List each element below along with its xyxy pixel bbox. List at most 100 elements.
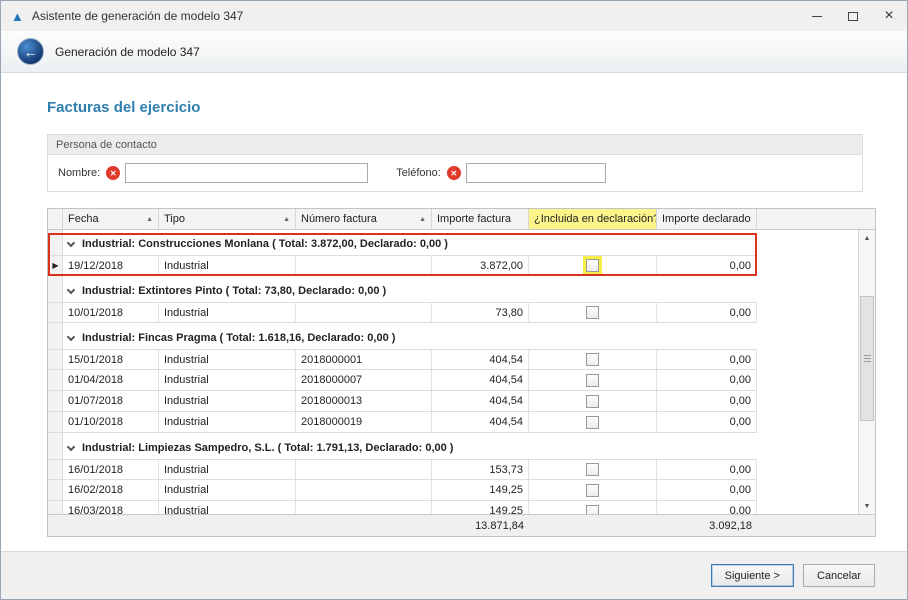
group-header[interactable]: Industrial: Construcciones Monlana ( Tot…	[48, 233, 757, 255]
invoice-row[interactable]: 16/01/2018Industrial153,730,00	[48, 459, 757, 480]
checkbox-highlight	[583, 392, 602, 411]
cell-numero-factura	[296, 303, 432, 322]
total-importe-factura: 13.871,84	[432, 520, 529, 532]
collapse-chevron-icon	[67, 285, 75, 293]
invoice-row[interactable]: ▶19/12/2018Industrial3.872,000,00	[48, 255, 757, 276]
cell-numero-factura	[296, 256, 432, 275]
row-indicator-cell	[48, 412, 63, 432]
row-indicator-cell	[48, 460, 63, 479]
sort-asc-icon: ▲	[416, 216, 426, 223]
incluida-checkbox[interactable]	[586, 395, 599, 408]
maximize-button[interactable]	[835, 1, 871, 31]
maximize-icon	[848, 12, 858, 21]
incluida-checkbox[interactable]	[586, 353, 599, 366]
cell-incluida-en-declaracion	[529, 480, 657, 500]
incluida-checkbox[interactable]	[586, 374, 599, 387]
cell-fecha: 19/12/2018	[63, 256, 159, 275]
invoice-group: Industrial: Construcciones Monlana ( Tot…	[48, 233, 757, 276]
collapse-chevron-icon	[67, 332, 75, 340]
incluida-checkbox[interactable]	[586, 416, 599, 429]
cell-tipo: Industrial	[159, 391, 296, 411]
column-header-label: ¿Incluida en declaración?	[534, 213, 657, 225]
cell-numero-factura: 2018000001	[296, 350, 432, 369]
cell-numero-factura: 2018000007	[296, 370, 432, 390]
siguiente-button[interactable]: Siguiente >	[711, 564, 794, 587]
invoice-row[interactable]: 16/02/2018Industrial149,250,00	[48, 480, 757, 501]
vertical-scrollbar[interactable]: ▲ ▼	[858, 230, 875, 514]
total-importe-declarado: 3.092,18	[657, 520, 757, 532]
cell-incluida-en-declaracion	[529, 391, 657, 411]
cell-incluida-en-declaracion	[529, 303, 657, 322]
invoice-row[interactable]: 01/07/2018Industrial2018000013404,540,00	[48, 391, 757, 412]
column-header-label: Tipo	[164, 213, 185, 225]
cancelar-button[interactable]: Cancelar	[803, 564, 875, 587]
nombre-label: Nombre:	[58, 167, 100, 179]
bottom-button-bar: Siguiente > Cancelar	[1, 551, 907, 599]
telefono-input[interactable]	[466, 163, 606, 183]
checkbox-highlight	[583, 413, 602, 432]
incluida-checkbox[interactable]	[586, 306, 599, 319]
column-header-fecha[interactable]: Fecha▲	[63, 209, 159, 229]
cell-fecha: 15/01/2018	[63, 350, 159, 369]
cell-fecha: 01/04/2018	[63, 370, 159, 390]
column-header-label: Número factura	[301, 213, 377, 225]
cell-incluida-en-declaracion	[529, 370, 657, 390]
invoice-row[interactable]: 01/10/2018Industrial2018000019404,540,00	[48, 412, 757, 433]
incluida-checkbox[interactable]	[586, 505, 599, 515]
group-header[interactable]: Industrial: Limpiezas Sampedro, S.L. ( T…	[48, 437, 757, 459]
scrollbar-thumb[interactable]	[860, 296, 874, 421]
scrollbar-grip-icon	[864, 355, 871, 363]
nombre-error-icon: ✕	[106, 166, 120, 180]
checkbox-highlight	[583, 371, 602, 390]
column-header-tipo[interactable]: Tipo ▲	[159, 209, 296, 229]
incluida-checkbox[interactable]	[586, 484, 599, 497]
column-header-n-mero-factura[interactable]: Número factura ▲	[296, 209, 432, 229]
cell-fecha: 10/01/2018	[63, 303, 159, 322]
group-label: Industrial: Fincas Pragma ( Total: 1.618…	[82, 332, 395, 344]
current-row-indicator-icon: ▶	[48, 256, 63, 275]
column-header-importe-declarado[interactable]: Importe declarado	[657, 209, 757, 229]
scrollbar-track[interactable]	[859, 246, 875, 498]
cell-numero-factura	[296, 501, 432, 514]
incluida-checkbox[interactable]	[586, 463, 599, 476]
invoice-row[interactable]: 10/01/2018Industrial73,800,00	[48, 302, 757, 323]
column-header-incluida-en-declaraci-n[interactable]: ¿Incluida en declaración?	[529, 209, 657, 229]
contact-groupbox-body: Nombre: ✕ Teléfono: ✕	[48, 155, 862, 191]
cell-numero-factura: 2018000019	[296, 412, 432, 432]
contact-groupbox-title: Persona de contacto	[48, 135, 862, 155]
telefono-error-icon: ✕	[447, 166, 461, 180]
column-header-importe-factura[interactable]: Importe factura	[432, 209, 529, 229]
back-button[interactable]: ←	[17, 38, 44, 65]
cell-importe-factura: 153,73	[432, 460, 529, 479]
row-indicator-column-header	[48, 209, 63, 229]
collapse-chevron-icon	[67, 238, 75, 246]
cell-tipo: Industrial	[159, 350, 296, 369]
group-label: Industrial: Construcciones Monlana ( Tot…	[82, 238, 448, 250]
group-header[interactable]: Industrial: Extintores Pinto ( Total: 73…	[48, 280, 757, 302]
cell-tipo: Industrial	[159, 412, 296, 432]
invoice-row[interactable]: 01/04/2018Industrial2018000007404,540,00	[48, 370, 757, 391]
minimize-button[interactable]	[799, 1, 835, 31]
cell-incluida-en-declaracion	[529, 412, 657, 432]
scroll-down-icon[interactable]: ▼	[859, 498, 875, 514]
group-label: Industrial: Extintores Pinto ( Total: 73…	[82, 285, 386, 297]
incluida-checkbox[interactable]	[586, 259, 599, 272]
scroll-up-icon[interactable]: ▲	[859, 230, 875, 246]
invoice-row[interactable]: 16/03/2018Industrial149,250,00	[48, 501, 757, 514]
close-icon: ×	[884, 8, 893, 24]
invoice-row[interactable]: 15/01/2018Industrial2018000001404,540,00	[48, 349, 757, 370]
grid-header-row: Fecha▲ Tipo ▲ Número factura ▲ Importe factur…	[48, 209, 875, 230]
titlebar: ▲ Asistente de generación de modelo 347 …	[1, 1, 907, 31]
nombre-input[interactable]	[125, 163, 368, 183]
invoices-grid: Fecha▲ Tipo ▲ Número factura ▲ Importe factur…	[47, 208, 876, 537]
wizard-window: ▲ Asistente de generación de modelo 347 …	[0, 0, 908, 600]
cell-importe-factura: 3.872,00	[432, 256, 529, 275]
close-button[interactable]: ×	[871, 1, 907, 31]
row-indicator-cell	[48, 350, 63, 369]
group-header[interactable]: Industrial: Fincas Pragma ( Total: 1.618…	[48, 327, 757, 349]
cell-importe-factura: 404,54	[432, 412, 529, 432]
checkbox-highlight	[583, 460, 602, 479]
sort-asc-icon: ▲	[280, 216, 290, 223]
telefono-label: Teléfono:	[396, 167, 441, 179]
cell-importe-declarado: 0,00	[657, 370, 757, 390]
